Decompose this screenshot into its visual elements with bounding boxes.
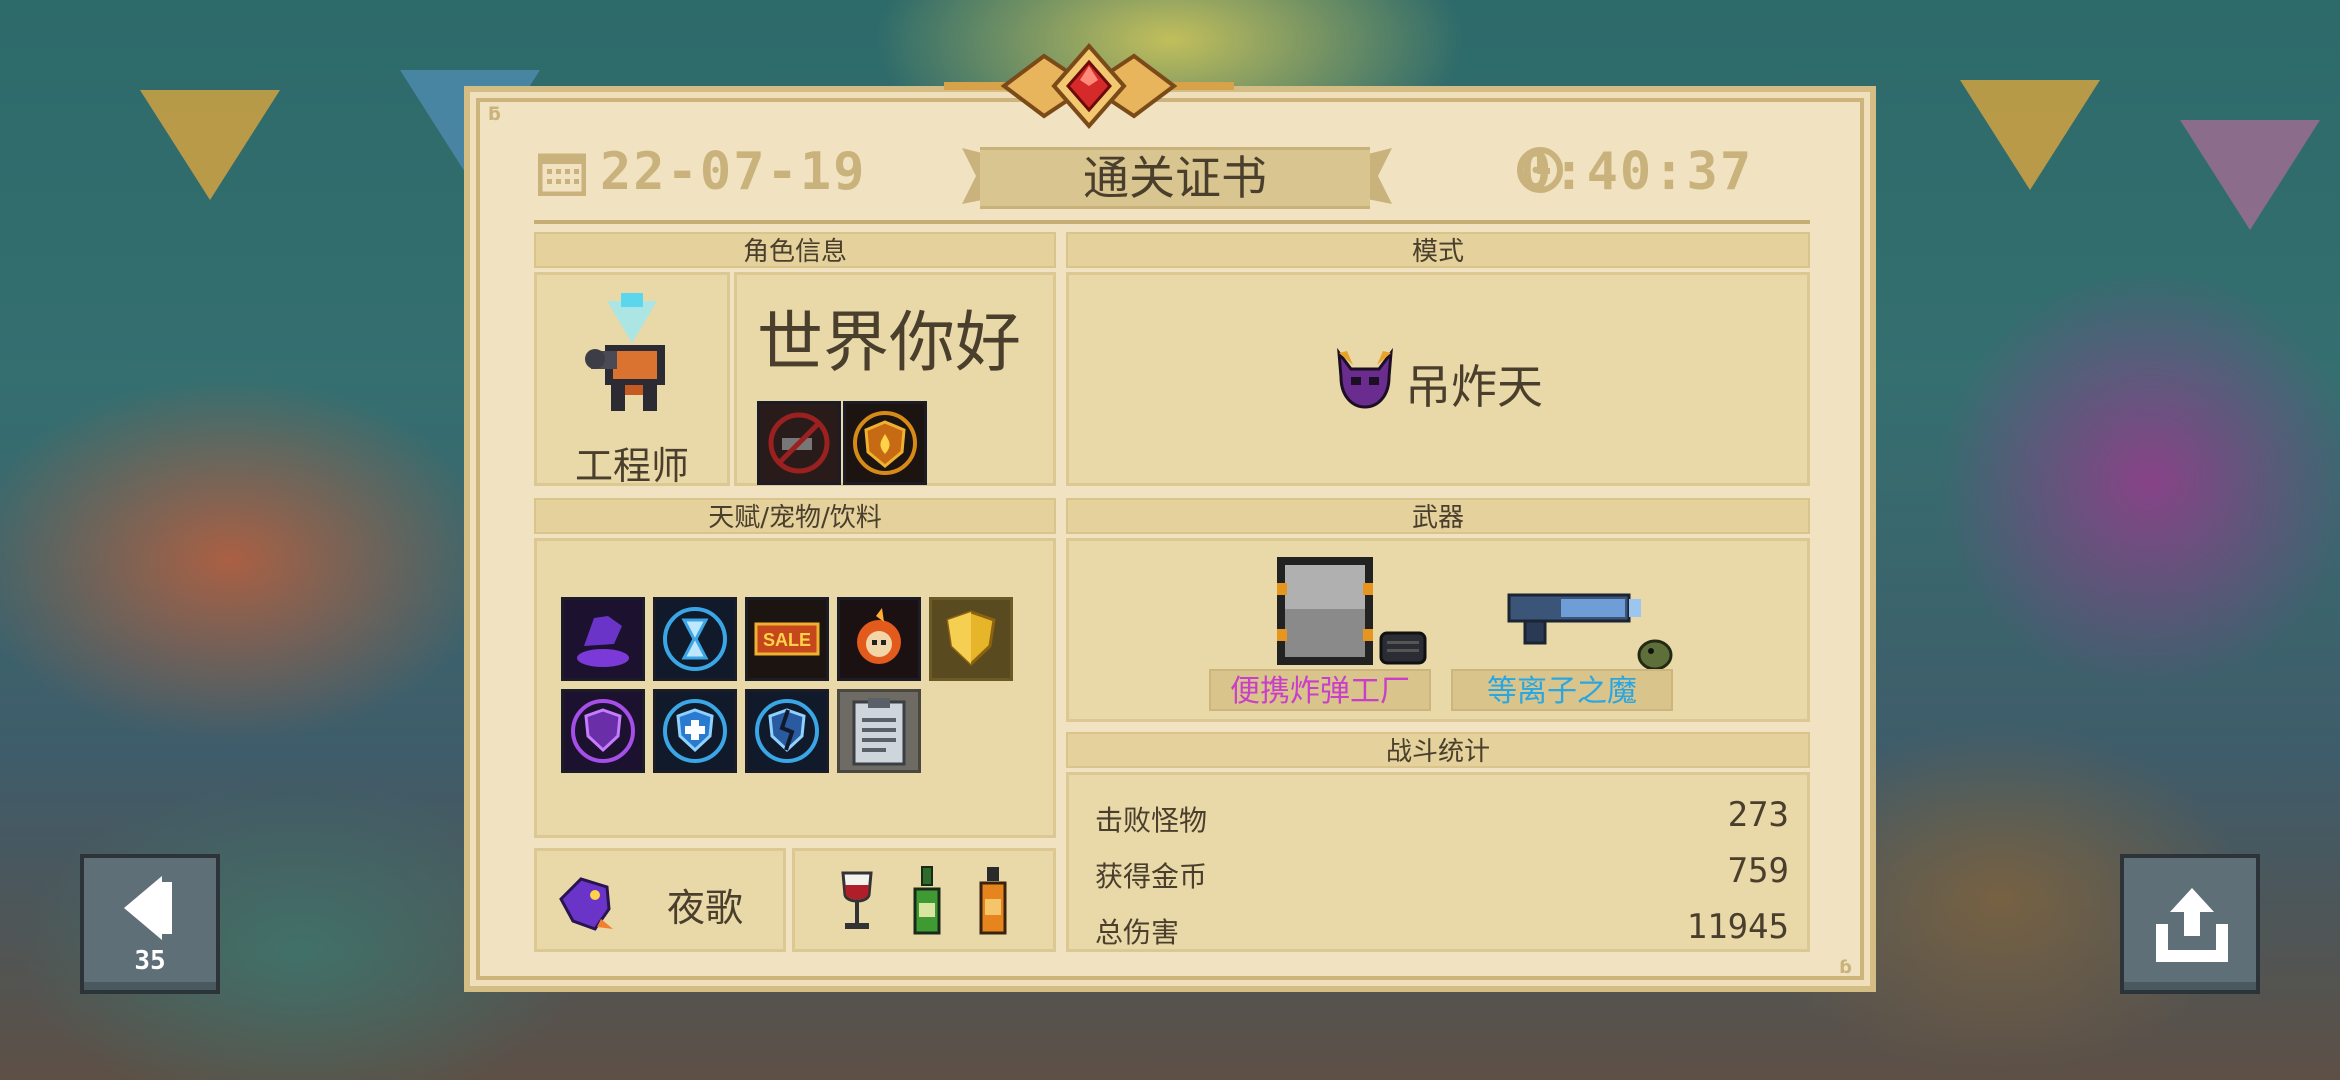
background-flag	[2180, 120, 2320, 230]
blue-cross-shield-icon	[653, 689, 737, 773]
broken-blue-shield-icon	[745, 689, 829, 773]
plasma-gun-icon	[1507, 593, 1673, 671]
bomb-factory-icon	[1277, 557, 1427, 665]
corner-decoration: ƃ	[488, 104, 501, 125]
clear-certificate: ƃ ɓ 22-07-19 通关证书 0:40:37 角色信息 工程师 世界你好 …	[464, 86, 1876, 992]
no-turret-skill-icon	[757, 401, 841, 485]
red-wine-glass-icon	[841, 871, 873, 929]
player-info-panel: 世界你好	[734, 272, 1056, 486]
fire-shield-skill-icon	[843, 401, 927, 485]
back-arrow-icon	[124, 876, 172, 940]
weapon-name-2: 等离子之魔	[1451, 669, 1673, 711]
stat-label-kills: 击败怪物	[1095, 804, 1208, 837]
back-button[interactable]: 35	[80, 854, 220, 994]
weapon-name-1: 便携炸弹工厂	[1209, 669, 1431, 711]
drinks-panel	[792, 848, 1056, 952]
mode-panel: 吊炸天	[1066, 272, 1810, 486]
share-upload-icon	[2156, 888, 2228, 962]
section-header-combat-stats: 战斗统计	[1066, 732, 1810, 768]
clipboard-icon	[837, 689, 921, 773]
purple-demon-helmet-icon	[1337, 347, 1393, 409]
pet-panel: 夜歌	[534, 848, 786, 952]
stat-value-kills: 273	[1727, 795, 1789, 835]
sale-sign-icon: SALE	[745, 597, 829, 681]
orange-bottle-icon	[979, 867, 1007, 935]
purple-hand-portal-icon	[561, 597, 645, 681]
section-header-weapons: 武器	[1066, 498, 1810, 534]
purple-shield-icon	[561, 689, 645, 773]
svg-text:SALE: SALE	[763, 630, 811, 650]
certificate-title: 通关证书	[980, 147, 1370, 209]
stat-value-gold: 759	[1727, 851, 1789, 891]
talents-panel: SALE	[534, 538, 1056, 838]
player-name: 世界你好	[757, 304, 1021, 381]
back-countdown: 35	[134, 946, 166, 976]
section-header-character: 角色信息	[534, 232, 1056, 268]
gem-ornament	[944, 42, 1234, 130]
gold-shield-icon	[929, 597, 1013, 681]
section-header-talents: 天赋/宠物/饮料	[534, 498, 1056, 534]
combat-stats-panel: 击败怪物 273 获得金币 759 总伤害 11945	[1066, 772, 1810, 952]
mode-name: 吊炸天	[1405, 360, 1543, 414]
section-header-mode: 模式	[1066, 232, 1810, 268]
stat-value-damage: 11945	[1686, 907, 1789, 947]
corner-decoration: ɓ	[1839, 957, 1852, 978]
background-flag	[1960, 80, 2100, 190]
stat-label-damage: 总伤害	[1095, 916, 1180, 949]
share-button[interactable]	[2120, 854, 2260, 994]
calendar-icon	[538, 153, 586, 196]
pet-name: 夜歌	[667, 886, 744, 930]
character-portrait-panel: 工程师	[534, 272, 730, 488]
completion-date: 22-07-19	[600, 142, 867, 202]
hourglass-icon	[653, 597, 737, 681]
green-bottle-icon	[913, 866, 941, 935]
fire-skull-icon	[837, 597, 921, 681]
stat-label-gold: 获得金币	[1095, 860, 1208, 893]
header-divider	[534, 220, 1810, 224]
character-class-name: 工程师	[574, 444, 689, 488]
purple-bird-pet-icon	[559, 877, 613, 931]
background-flag	[140, 90, 280, 200]
play-time: 0:40:37	[1520, 142, 1754, 202]
weapons-panel: 便携炸弹工厂 等离子之魔	[1066, 538, 1810, 722]
engineer-character-icon	[585, 293, 665, 411]
